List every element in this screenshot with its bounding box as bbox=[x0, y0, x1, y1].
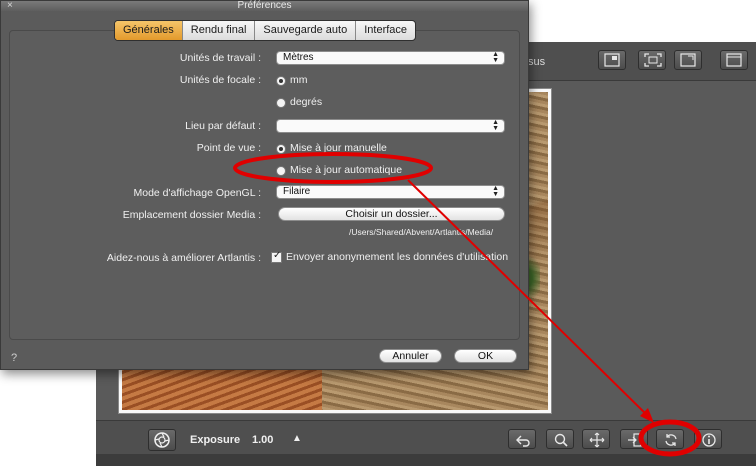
media-folder-label: Emplacement dossier Media : bbox=[122, 209, 261, 221]
default-location-label: Lieu par défaut : bbox=[185, 120, 261, 132]
window-button[interactable] bbox=[720, 50, 748, 70]
import-button[interactable] bbox=[620, 429, 648, 449]
media-folder-path: /Users/Shared/Abvent/Artlantis/Media/ bbox=[349, 227, 494, 237]
send-usage-checkbox[interactable] bbox=[271, 250, 282, 263]
refresh-icon bbox=[665, 434, 677, 446]
work-units-value: Mètres bbox=[283, 52, 314, 63]
help-icon[interactable]: ? bbox=[11, 352, 17, 364]
zoom-button[interactable] bbox=[546, 429, 574, 449]
choose-folder-button[interactable]: Choisir un dossier... bbox=[278, 207, 505, 221]
focal-mm-label: mm bbox=[290, 74, 308, 86]
cancel-button[interactable]: Annuler bbox=[379, 349, 442, 363]
frame-corner-icon bbox=[604, 53, 620, 67]
aperture-button[interactable] bbox=[148, 429, 176, 451]
frame-resize-button[interactable] bbox=[674, 50, 702, 70]
send-usage-label: Envoyer anonymement les données d'utilis… bbox=[286, 251, 509, 263]
improve-label: Aidez-nous à améliorer Artlantis : bbox=[106, 252, 261, 264]
import-icon bbox=[628, 433, 642, 447]
viewpoint-auto-label: Mise à jour automatique bbox=[290, 164, 403, 176]
pan-move-icon bbox=[589, 432, 605, 448]
exposure-increase-icon[interactable]: ▲ bbox=[292, 433, 302, 444]
select-arrows-icon: ▲ ▼ bbox=[492, 51, 499, 64]
focal-mm-radio[interactable] bbox=[276, 76, 286, 86]
dialog-title: Préférences bbox=[237, 0, 292, 11]
focal-units-label: Unités de focale : bbox=[179, 74, 261, 86]
window-icon bbox=[726, 53, 742, 67]
viewpoint-manual-label: Mise à jour manuelle bbox=[290, 142, 387, 154]
focal-degrees-radio[interactable] bbox=[276, 98, 286, 108]
info-button[interactable] bbox=[694, 429, 722, 449]
focal-degrees-label: degrés bbox=[290, 96, 323, 108]
app-bottom-toolbar: Exposure 1.00 ▲ bbox=[96, 420, 756, 455]
aperture-icon bbox=[154, 432, 170, 448]
tab-sauvegarde-auto[interactable]: Sauvegarde auto bbox=[255, 21, 357, 40]
opengl-mode-select[interactable]: Filaire ▲ ▼ bbox=[276, 185, 505, 199]
opengl-mode-label: Mode d'affichage OpenGL : bbox=[133, 187, 261, 199]
fit-view-icon bbox=[644, 53, 662, 67]
frame-resize-icon bbox=[680, 53, 696, 67]
select-arrows-icon: ▲ ▼ bbox=[492, 185, 499, 198]
undo-arrow-icon bbox=[516, 435, 530, 447]
tab-bar: Générales Rendu final Sauvegarde auto In… bbox=[114, 20, 417, 41]
frame-corner-button[interactable] bbox=[598, 50, 626, 70]
exposure-label: Exposure bbox=[190, 434, 241, 446]
exposure-value: 1.00 bbox=[252, 434, 274, 446]
default-location-select[interactable]: ▲ ▼ bbox=[276, 119, 505, 133]
info-icon bbox=[702, 433, 716, 447]
tab-rendu-final[interactable]: Rendu final bbox=[183, 21, 256, 40]
viewpoint-manual-radio[interactable] bbox=[276, 144, 286, 154]
viewpoint-auto-radio[interactable] bbox=[276, 166, 286, 176]
preferences-dialog: × Préférences Générales Rendu final Sauv… bbox=[0, 0, 529, 370]
ok-button[interactable]: OK bbox=[454, 349, 517, 363]
refresh-button[interactable] bbox=[656, 429, 684, 449]
tab-interface[interactable]: Interface bbox=[356, 21, 415, 40]
tab-generales[interactable]: Générales bbox=[115, 21, 183, 40]
zoom-icon bbox=[554, 433, 568, 447]
fit-view-button[interactable] bbox=[638, 50, 666, 70]
pan-button[interactable] bbox=[582, 429, 610, 449]
app-top-label: sus bbox=[528, 56, 546, 68]
opengl-mode-value: Filaire bbox=[283, 186, 311, 197]
work-units-label: Unités de travail : bbox=[179, 52, 261, 64]
viewpoint-label: Point de vue : bbox=[196, 142, 261, 154]
work-units-select[interactable]: Mètres ▲ ▼ bbox=[276, 51, 505, 65]
select-arrows-icon: ▲ ▼ bbox=[492, 119, 499, 132]
dialog-titlebar: × Préférences bbox=[1, 0, 528, 11]
undo-button[interactable] bbox=[508, 429, 536, 449]
app-status-strip bbox=[96, 454, 756, 466]
